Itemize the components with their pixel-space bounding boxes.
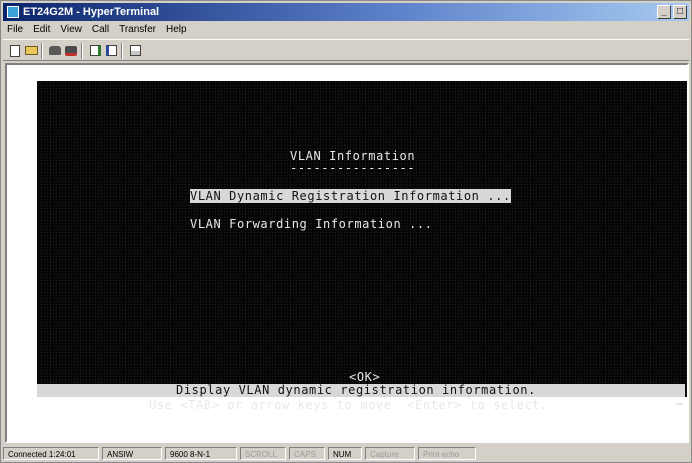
toolbar-separator <box>121 43 123 59</box>
title-bar[interactable]: ET24G2M - HyperTerminal _ □ <box>3 3 689 21</box>
window-title: ET24G2M - HyperTerminal <box>23 6 160 18</box>
maximize-button[interactable]: □ <box>673 5 687 19</box>
terminal-client-area[interactable]: VLAN Information ---------------- VLAN D… <box>5 63 689 443</box>
heading-underline: ---------------- <box>290 161 416 175</box>
status-print-echo: Print echo <box>418 447 476 460</box>
status-num: NUM <box>328 447 362 460</box>
toolbar-separator <box>81 43 83 59</box>
hyperterminal-app-icon <box>7 6 19 18</box>
item-description: Display VLAN dynamic registration inform… <box>176 383 536 397</box>
menu-bar: File Edit View Call Transfer Help <box>3 22 187 38</box>
receive-icon[interactable] <box>103 43 119 58</box>
minimize-button[interactable]: _ <box>657 5 671 19</box>
menu-view[interactable]: View <box>60 22 82 38</box>
menu-item-vlan-forwarding[interactable]: VLAN Forwarding Information ... <box>190 217 433 231</box>
send-icon[interactable] <box>87 43 103 58</box>
hyperterminal-window: ET24G2M - HyperTerminal _ □ File Edit Vi… <box>0 0 692 463</box>
status-emulation: ANSIW <box>102 447 162 460</box>
menu-edit[interactable]: Edit <box>33 22 50 38</box>
new-document-icon[interactable] <box>7 43 23 58</box>
text-cursor <box>676 403 683 405</box>
window-controls: _ □ <box>657 5 687 19</box>
toolbar <box>3 39 689 61</box>
status-scroll: SCROLL <box>240 447 286 460</box>
menu-file[interactable]: File <box>7 22 23 38</box>
menu-call[interactable]: Call <box>92 22 109 38</box>
menu-transfer[interactable]: Transfer <box>119 22 156 38</box>
status-caps: CAPS <box>289 447 325 460</box>
toolbar-separator <box>41 43 43 59</box>
open-folder-icon[interactable] <box>23 43 39 58</box>
hang-up-icon[interactable] <box>63 43 79 58</box>
call-icon[interactable] <box>47 43 63 58</box>
ok-button[interactable]: <OK> <box>349 370 380 384</box>
menu-help[interactable]: Help <box>166 22 187 38</box>
status-capture: Capture <box>365 447 415 460</box>
status-bar: Connected 1:24:01 ANSIW 9600 8-N-1 SCROL… <box>3 447 689 462</box>
status-connection: Connected 1:24:01 <box>3 447 99 460</box>
menu-item-vlan-dynamic-registration[interactable]: VLAN Dynamic Registration Information ..… <box>190 189 511 203</box>
terminal-screen[interactable]: VLAN Information ---------------- VLAN D… <box>37 81 687 412</box>
status-port-settings: 9600 8-N-1 <box>165 447 237 460</box>
navigation-help: Use <TAB> or arrow keys to move. <Enter>… <box>149 398 549 412</box>
properties-icon[interactable] <box>127 43 143 58</box>
